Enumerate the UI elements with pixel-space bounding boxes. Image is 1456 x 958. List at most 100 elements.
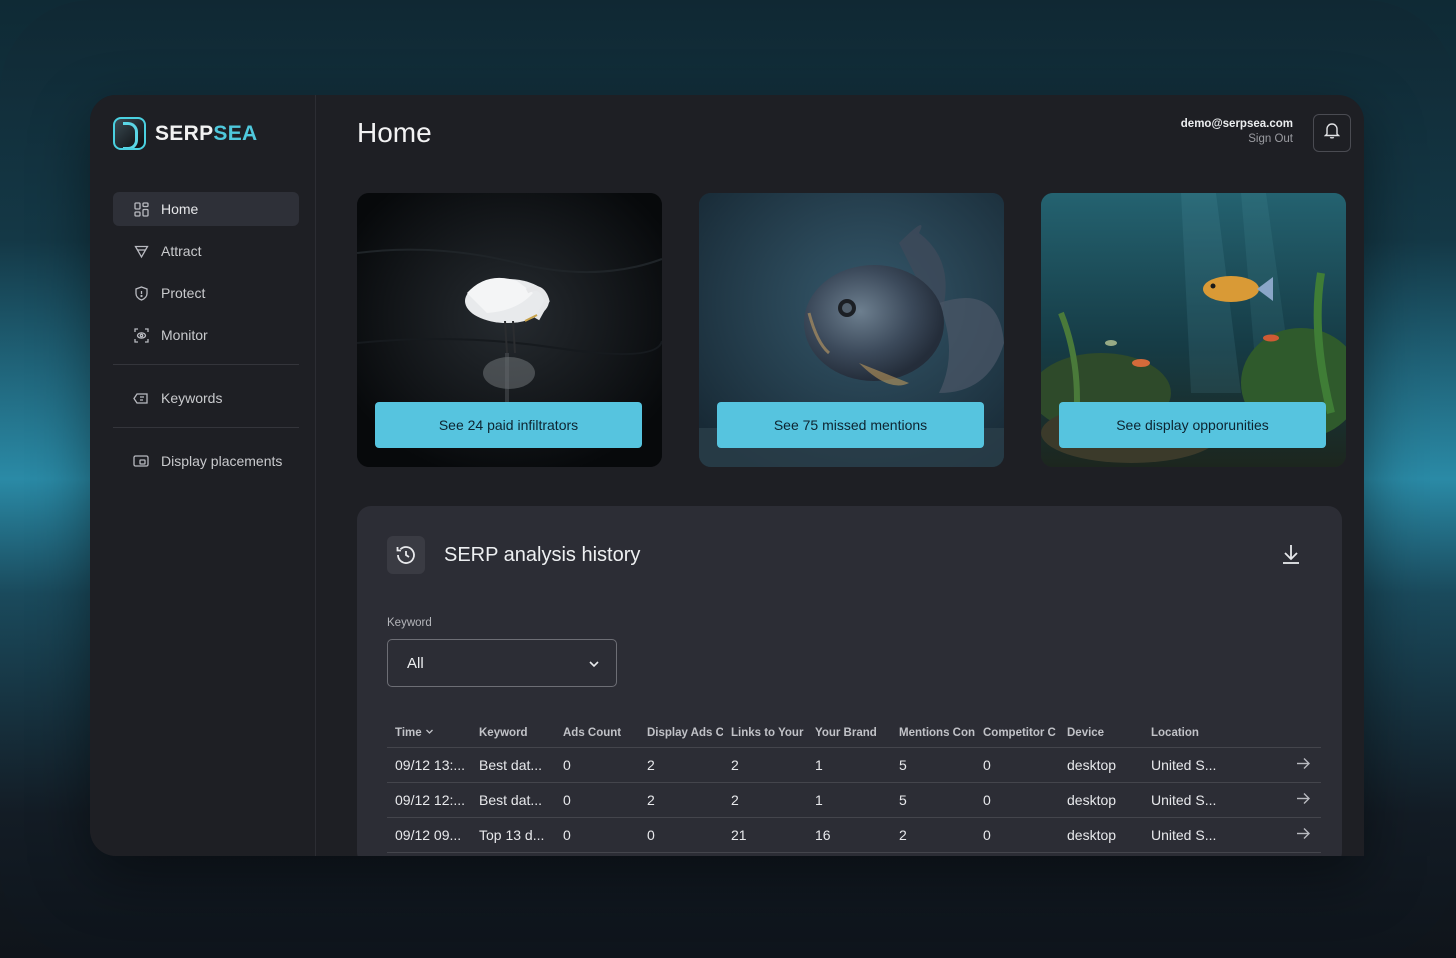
sidebar-nav: Home Attract Protect Monitor Keywords Di… xyxy=(113,192,299,486)
sidebar-item-display-placements[interactable]: Display placements xyxy=(113,444,299,478)
column-header[interactable]: Location xyxy=(1143,719,1253,748)
table-cell: 2 xyxy=(639,747,723,783)
logo-text: SERPSEA xyxy=(155,122,257,146)
table-cell: United S... xyxy=(1143,747,1253,783)
sidebar-item-label: Home xyxy=(161,201,199,217)
table-cell: 09/12 12:... xyxy=(387,782,471,818)
table-row[interactable]: 09/12 13:... Best dat... 0 2 2 1 5 0 des… xyxy=(387,747,1321,783)
shield-icon xyxy=(133,285,149,301)
table-cell: 09/12 09... xyxy=(387,817,471,853)
keyword-tag-icon xyxy=(133,390,149,406)
arrow-right-icon xyxy=(1296,792,1311,808)
download-icon xyxy=(1280,545,1302,570)
column-header[interactable]: Display Ads C xyxy=(639,719,723,748)
keyword-filter-value: All xyxy=(407,654,424,672)
user-info: demo@serpsea.com Sign Out xyxy=(1181,118,1293,145)
table-cell: 0 xyxy=(975,782,1059,818)
table-row[interactable]: 09/12 09... Top 13 d... 0 0 21 16 2 0 de… xyxy=(387,817,1321,853)
keyword-filter-label: Keyword xyxy=(387,617,432,629)
sidebar-item-label: Attract xyxy=(161,243,202,259)
table-cell: desktop xyxy=(1059,782,1143,818)
sign-out-link[interactable]: Sign Out xyxy=(1181,133,1293,145)
sidebar-item-label: Display placements xyxy=(161,453,283,469)
history-table: Time Keyword Ads Count Display Ads C Lin… xyxy=(387,719,1321,853)
logo-mark-icon xyxy=(113,117,146,150)
logo-text-part2: SEA xyxy=(213,121,258,145)
logo-text-part1: SERP xyxy=(155,121,214,145)
table-cell: 0 xyxy=(555,782,639,818)
grid-icon xyxy=(133,201,149,217)
see-mentions-button[interactable]: See 75 missed mentions xyxy=(717,402,984,448)
table-cell: Top 13 d... xyxy=(471,817,555,853)
table-cell: Best dat... xyxy=(471,782,555,818)
table-cell: 2 xyxy=(639,782,723,818)
chevron-down-icon xyxy=(588,657,600,674)
table-cell: United S... xyxy=(1143,782,1253,818)
page-title: Home xyxy=(357,117,432,148)
table-cell: 21 xyxy=(723,817,807,853)
device-frame: SERPSEA Home Attract Protect Monitor Key… xyxy=(0,0,1456,958)
keyword-filter-select[interactable]: All xyxy=(387,639,617,687)
table-header-row: Time Keyword Ads Count Display Ads C Lin… xyxy=(387,719,1321,748)
table-cell: desktop xyxy=(1059,747,1143,783)
sidebar-item-monitor[interactable]: Monitor xyxy=(113,318,299,352)
table-cell: 2 xyxy=(891,817,975,853)
sidebar-item-protect[interactable]: Protect xyxy=(113,276,299,310)
column-header[interactable]: Ads Count xyxy=(555,719,639,748)
row-open-button[interactable] xyxy=(1253,747,1321,783)
sidebar-divider xyxy=(113,364,299,365)
table-cell: 1 xyxy=(807,747,891,783)
column-header[interactable]: Keyword xyxy=(471,719,555,748)
sidebar-item-label: Monitor xyxy=(161,327,208,343)
app-window: SERPSEA Home Attract Protect Monitor Key… xyxy=(90,95,1364,856)
table-cell: 0 xyxy=(555,747,639,783)
chevron-down-icon xyxy=(425,727,434,739)
table-cell: 0 xyxy=(975,747,1059,783)
history-icon xyxy=(387,536,425,574)
promo-card-display: See display opporunities xyxy=(1041,193,1346,467)
column-header[interactable]: Competitor C xyxy=(975,719,1059,748)
promo-card-infiltrators: See 24 paid infiltrators xyxy=(357,193,662,467)
sidebar-item-home[interactable]: Home xyxy=(113,192,299,226)
download-button[interactable] xyxy=(1280,542,1304,566)
see-display-button[interactable]: See display opporunities xyxy=(1059,402,1326,448)
notifications-button[interactable] xyxy=(1313,114,1351,152)
table-cell: 0 xyxy=(555,817,639,853)
history-title: SERP analysis history xyxy=(444,544,641,566)
display-icon xyxy=(133,453,149,469)
table-cell: 16 xyxy=(807,817,891,853)
column-header[interactable]: Mentions Con xyxy=(891,719,975,748)
column-header-time[interactable]: Time xyxy=(387,719,471,748)
promo-card-mentions: See 75 missed mentions xyxy=(699,193,1004,467)
table-row[interactable]: 09/12 12:... Best dat... 0 2 2 1 5 0 des… xyxy=(387,782,1321,818)
see-infiltrators-button[interactable]: See 24 paid infiltrators xyxy=(375,402,642,448)
arrow-right-icon xyxy=(1296,827,1311,843)
serp-history-panel: SERP analysis history Keyword All Time K… xyxy=(357,506,1342,856)
sidebar-divider xyxy=(113,427,299,428)
sidebar: SERPSEA Home Attract Protect Monitor Key… xyxy=(90,95,316,856)
promo-cards: See 24 paid infiltrators See 75 missed m… xyxy=(357,193,1347,468)
table-cell: United S... xyxy=(1143,817,1253,853)
table-cell: 1 xyxy=(807,782,891,818)
eye-icon xyxy=(133,327,149,343)
column-header[interactable]: Device xyxy=(1059,719,1143,748)
arrow-right-icon xyxy=(1296,757,1311,773)
bell-icon xyxy=(1323,122,1341,144)
sidebar-item-attract[interactable]: Attract xyxy=(113,234,299,268)
user-email: demo@serpsea.com xyxy=(1180,118,1293,130)
sidebar-item-label: Keywords xyxy=(161,390,223,406)
row-open-button[interactable] xyxy=(1253,782,1321,818)
column-header[interactable]: Links to Your I xyxy=(723,719,807,748)
column-header[interactable]: Your Brand xyxy=(807,719,891,748)
table-cell: 2 xyxy=(723,782,807,818)
sidebar-item-label: Protect xyxy=(161,285,206,301)
logo[interactable]: SERPSEA xyxy=(113,117,257,150)
table-cell: Best dat... xyxy=(471,747,555,783)
table-cell: desktop xyxy=(1059,817,1143,853)
table-cell: 2 xyxy=(723,747,807,783)
row-open-button[interactable] xyxy=(1253,817,1321,853)
table-cell: 09/12 13:... xyxy=(387,747,471,783)
column-header-empty xyxy=(1253,719,1321,748)
main-content: Home demo@serpsea.com Sign Out See 24 pa… xyxy=(317,95,1364,856)
sidebar-item-keywords[interactable]: Keywords xyxy=(113,381,299,415)
